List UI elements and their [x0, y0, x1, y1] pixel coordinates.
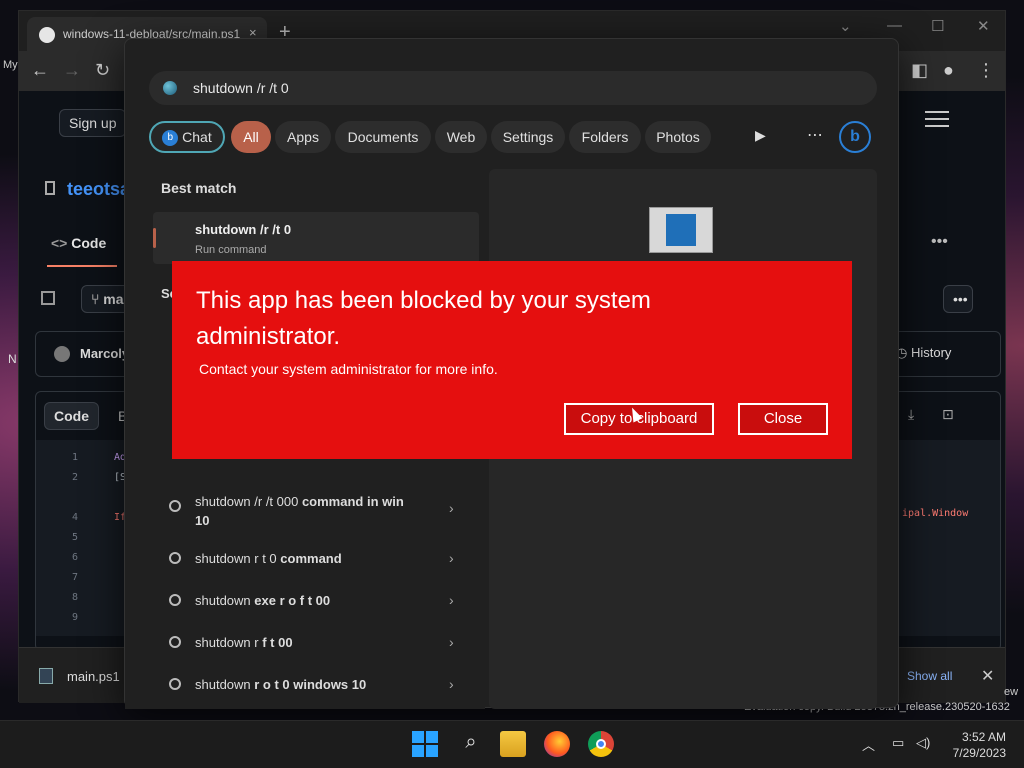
filter-settings[interactable]: Settings: [491, 121, 565, 153]
file-icon: [39, 668, 53, 684]
line-numbers: 12 456789: [72, 452, 79, 623]
branch-icon: ⑂: [91, 291, 104, 307]
firefox-icon[interactable]: [544, 731, 570, 757]
search-result-item[interactable]: shutdown exe r o f t 00 ›: [153, 582, 479, 618]
close-downloads-icon[interactable]: ✕: [981, 666, 994, 686]
watermark-new: ew: [1004, 686, 1019, 698]
sign-up-button[interactable]: Sign up: [59, 109, 127, 137]
dialog-heading: This app has been blocked by your system…: [196, 287, 651, 350]
sidebar-toggle-icon[interactable]: [41, 291, 55, 305]
maximize-icon[interactable]: ☐: [931, 17, 944, 35]
taskbar: ⌕ ︿ ▭ ◁) 3:52 AM 7/29/2023: [0, 720, 1024, 768]
minimize-icon[interactable]: —: [887, 17, 902, 34]
filter-web[interactable]: Web: [435, 121, 487, 153]
forward-icon[interactable]: →: [63, 60, 81, 81]
download-file-name[interactable]: main.ps1: [67, 669, 120, 684]
clock-time: 3:52 AM: [961, 730, 1006, 744]
side-label: My: [3, 59, 18, 71]
code-tab-label: Code: [71, 235, 107, 251]
sidepanel-icon[interactable]: ◧: [911, 60, 928, 81]
search-icon: [169, 678, 181, 690]
blocked-app-dialog: This app has been blocked by your system…: [172, 261, 852, 459]
close-button[interactable]: Close: [738, 403, 828, 435]
best-match-subtitle: Run command: [195, 244, 267, 256]
code-tab[interactable]: <> Code: [51, 235, 106, 251]
code-view-button[interactable]: Code: [44, 402, 99, 430]
filter-photos[interactable]: Photos: [645, 121, 711, 153]
code-icon: <>: [51, 235, 72, 251]
run-command-app-icon: [649, 207, 713, 253]
search-icon[interactable]: ⌕: [458, 731, 484, 757]
result-text: shutdown /r /t 000 command in win 10: [195, 494, 404, 528]
best-match-item[interactable]: shutdown /r /t 0 Run command: [153, 212, 479, 264]
chevron-down-icon[interactable]: ⌄: [839, 17, 852, 35]
chevron-right-icon[interactable]: ›: [449, 550, 454, 566]
show-all-link[interactable]: Show all: [907, 669, 952, 683]
branch-label: ma: [103, 291, 124, 307]
selection-indicator: [153, 228, 156, 248]
play-icon[interactable]: ▶: [755, 127, 766, 144]
filter-folders[interactable]: Folders: [569, 121, 641, 153]
result-text: shutdown exe r o f t 00: [195, 593, 331, 608]
search-result-item[interactable]: shutdown /r /t 000 command in win 10 ›: [153, 486, 479, 530]
more-file-options-button[interactable]: •••: [943, 285, 973, 313]
search-icon: [169, 594, 181, 606]
chevron-right-icon[interactable]: ›: [449, 634, 454, 650]
more-options-icon[interactable]: •••: [931, 233, 948, 251]
file-explorer-icon[interactable]: [500, 731, 526, 757]
search-icon: [169, 500, 181, 512]
filter-apps[interactable]: Apps: [275, 121, 331, 153]
avatar: [54, 346, 70, 362]
chevron-right-icon[interactable]: ›: [449, 676, 454, 692]
filter-chat-label: Chat: [182, 129, 212, 145]
history-label: History: [910, 345, 952, 360]
filter-documents[interactable]: Documents: [335, 121, 431, 153]
result-text: shutdown r t 0 command: [195, 551, 342, 566]
best-match-title: shutdown /r /t 0: [195, 222, 292, 237]
code-right-text: ipal.Window: [902, 508, 969, 519]
chevron-right-icon[interactable]: ›: [449, 592, 454, 608]
search-result-item[interactable]: shutdown r t 0 command ›: [153, 540, 479, 576]
dialog-body: Contact your system administrator for mo…: [199, 361, 498, 377]
filter-chat[interactable]: b Chat: [149, 121, 225, 153]
result-text: shutdown r o t 0 windows 10: [195, 677, 367, 692]
profile-icon[interactable]: ●: [943, 60, 954, 81]
filter-all[interactable]: All: [231, 121, 271, 153]
bing-chat-icon: b: [162, 130, 179, 147]
reload-icon[interactable]: ↻: [95, 60, 110, 81]
repo-icon: [45, 181, 55, 195]
chevron-right-icon[interactable]: ›: [449, 500, 454, 516]
search-result-item[interactable]: shutdown r f t 00 ›: [153, 624, 479, 660]
repo-owner-link[interactable]: teeotsa: [67, 179, 130, 200]
best-match-heading: Best match: [161, 180, 237, 196]
search-result-item[interactable]: shutdown r o t 0 windows 10 ›: [153, 666, 479, 702]
bing-icon[interactable]: b: [839, 121, 871, 153]
clock-date: 7/29/2023: [952, 746, 1006, 760]
windows-start-icon[interactable]: [412, 731, 438, 757]
commit-author[interactable]: Marcoly: [80, 346, 129, 361]
network-icon[interactable]: ▭: [892, 735, 904, 751]
back-icon[interactable]: ←: [31, 60, 49, 81]
search-icon: [169, 552, 181, 564]
history-link[interactable]: ◷ History: [896, 345, 951, 361]
github-icon: [39, 27, 55, 43]
close-window-icon[interactable]: ✕: [977, 17, 990, 35]
search-box[interactable]: shutdown /r /t 0: [149, 71, 877, 105]
volume-icon[interactable]: ◁): [916, 735, 930, 751]
clock[interactable]: 3:52 AM 7/29/2023: [946, 729, 1006, 761]
active-tab-underline: [47, 265, 117, 267]
result-text: shutdown r f t 00: [195, 635, 293, 650]
hamburger-icon[interactable]: [925, 111, 949, 127]
chrome-icon[interactable]: [588, 731, 614, 757]
search-icon: [169, 636, 181, 648]
symbols-icon[interactable]: ⊡: [942, 406, 954, 423]
download-icon[interactable]: ⤓: [908, 406, 914, 423]
tray-chevron-icon[interactable]: ︿: [862, 735, 875, 754]
desktop-left-letter: N: [8, 352, 17, 366]
search-query[interactable]: shutdown /r /t 0: [193, 80, 289, 96]
more-filters-icon[interactable]: ⋯: [807, 125, 823, 145]
menu-kebab-icon[interactable]: ⋮: [977, 60, 995, 81]
bing-search-icon: [163, 81, 177, 95]
